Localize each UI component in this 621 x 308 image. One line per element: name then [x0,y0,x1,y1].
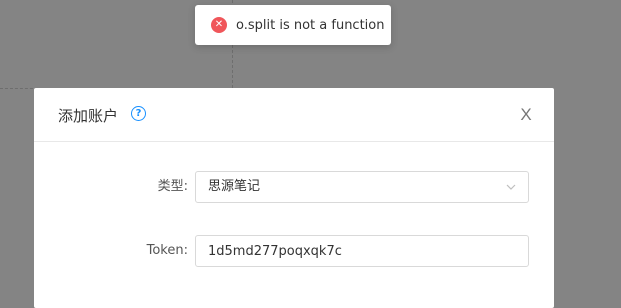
toast-message: o.split is not a function [236,17,385,33]
close-circle-icon: ✕ [211,17,227,33]
type-row: 类型: 思源笔记 [34,171,554,203]
token-label: Token: [146,243,188,258]
type-select[interactable]: 思源笔记 [195,171,529,203]
question-circle-icon[interactable]: ? [131,106,146,121]
error-toast: ✕ o.split is not a function [195,5,391,45]
chevron-down-icon [506,184,516,190]
dialog-title: 添加账户 [58,107,119,125]
close-icon[interactable]: X [518,105,534,125]
dialog-header: 添加账户 ? X [34,88,554,142]
token-input[interactable] [195,235,529,267]
add-account-dialog: 添加账户 ? X 类型: 思源笔记 Token: [34,88,554,308]
type-label: 类型: [157,179,188,194]
type-select-value: 思源笔记 [208,179,261,194]
token-row: Token: [34,235,554,267]
